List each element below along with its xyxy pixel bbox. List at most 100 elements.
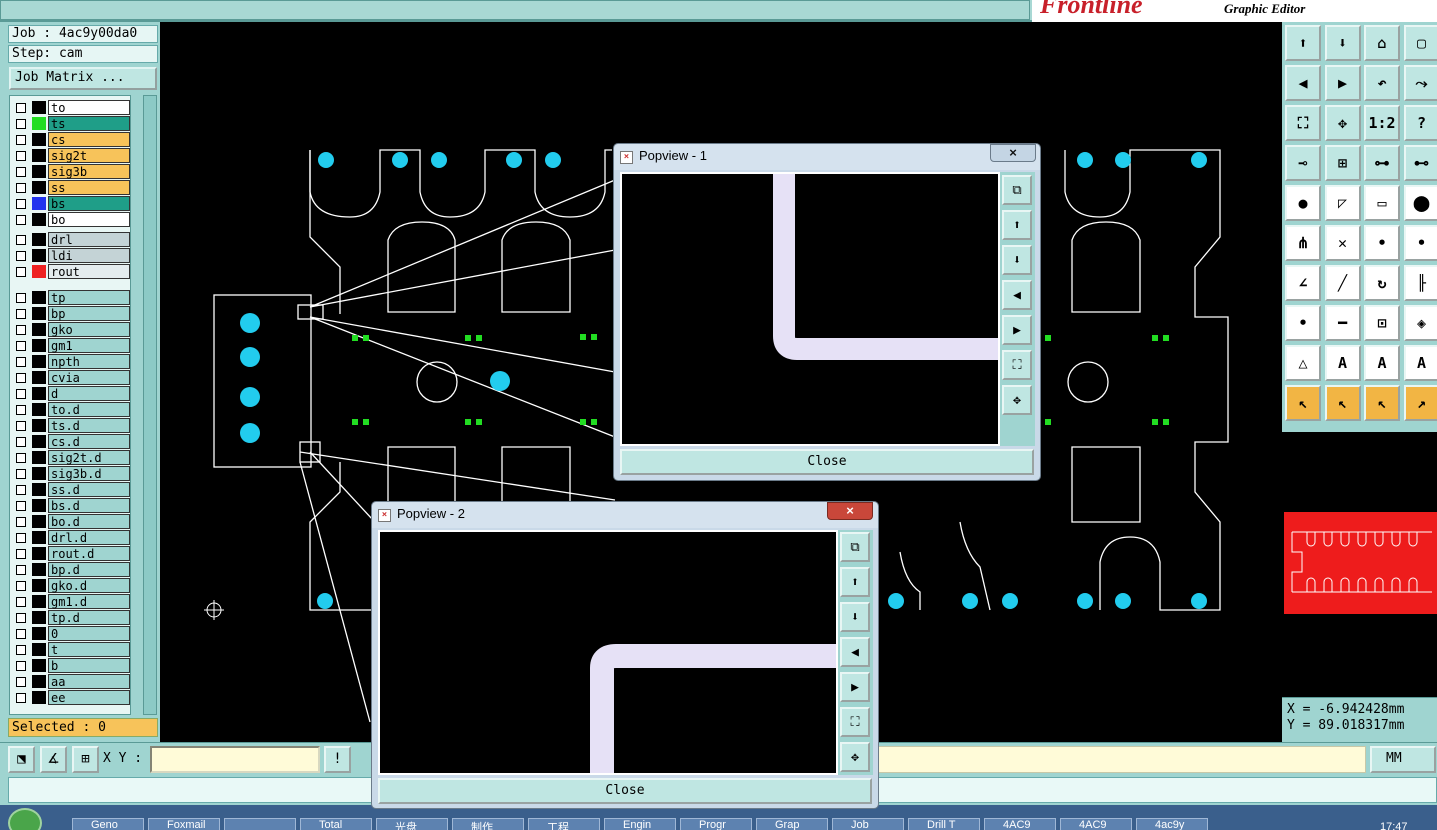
layer-color-swatch[interactable] (32, 133, 46, 146)
taskbar-item[interactable]: Foxmail (148, 818, 220, 830)
taskbar-item[interactable]: Geno (72, 818, 144, 830)
layer-row[interactable]: drl (12, 232, 130, 247)
layer-row[interactable]: bp.d (12, 562, 130, 577)
layer-row[interactable]: bp (12, 306, 130, 321)
layer-name[interactable]: aa (48, 674, 130, 689)
layer-checkbox[interactable] (16, 693, 26, 703)
pointer4-icon[interactable]: ↗ (1403, 385, 1437, 421)
taskbar-item[interactable]: 制作 (452, 818, 524, 830)
popview-1-close-button[interactable]: Close (620, 449, 1034, 475)
layer-color-swatch[interactable] (32, 101, 46, 114)
layer-color-swatch[interactable] (32, 675, 46, 688)
layer-name[interactable]: cvia (48, 370, 130, 385)
layer-row[interactable]: gm1 (12, 338, 130, 353)
edit-line-icon[interactable]: ◸ (1324, 185, 1361, 221)
layer-color-swatch[interactable] (32, 403, 46, 416)
layer-checkbox[interactable] (16, 235, 26, 245)
layer-name[interactable]: bs (48, 196, 130, 211)
layer-color-swatch[interactable] (32, 355, 46, 368)
layer-color-swatch[interactable] (32, 197, 46, 210)
layer-row[interactable]: t (12, 642, 130, 657)
layer-name[interactable]: ts.d (48, 418, 130, 433)
popview-2-viewport[interactable] (378, 530, 838, 775)
layer-name[interactable]: bo (48, 212, 130, 227)
layer-checkbox[interactable] (16, 267, 26, 277)
layer-checkbox[interactable] (16, 501, 26, 511)
layer-name[interactable]: ts (48, 116, 130, 131)
layer-color-swatch[interactable] (32, 117, 46, 130)
layer-color-swatch[interactable] (32, 563, 46, 576)
layer-checkbox[interactable] (16, 357, 26, 367)
taskbar-item[interactable]: Engin (604, 818, 676, 830)
layer-name[interactable]: sig2t (48, 148, 130, 163)
layer-color-swatch[interactable] (32, 547, 46, 560)
popview-2-close-button[interactable]: Close (378, 778, 872, 804)
layer-row[interactable]: tp.d (12, 610, 130, 625)
layer-name[interactable]: bo.d (48, 514, 130, 529)
pan-left-icon[interactable]: ◀ (1285, 65, 1321, 101)
layer-color-swatch[interactable] (32, 213, 46, 226)
message-field[interactable] (878, 746, 1366, 773)
layer-color-swatch[interactable] (32, 165, 46, 178)
home-icon[interactable]: ⌂ (1364, 25, 1400, 61)
taskbar-item[interactable]: 4AC9 (984, 818, 1056, 830)
layer-checkbox[interactable] (16, 677, 26, 687)
layer-name[interactable]: sig3b.d (48, 466, 130, 481)
grid-toggle-icon[interactable]: ⊞ (72, 746, 99, 773)
layer-color-swatch[interactable] (32, 451, 46, 464)
minus-icon[interactable]: ━ (1324, 305, 1361, 341)
layer-color-swatch[interactable] (32, 435, 46, 448)
layer-name[interactable]: npth (48, 354, 130, 369)
measure-icon[interactable]: ⊸ (1285, 145, 1321, 181)
taskbar-item[interactable] (224, 818, 296, 830)
layer-row[interactable]: npth (12, 354, 130, 369)
taskbar-item[interactable]: Job (832, 818, 904, 830)
layer-row[interactable]: ts.d (12, 418, 130, 433)
layer-row[interactable]: gko.d (12, 578, 130, 593)
layer-checkbox[interactable] (16, 151, 26, 161)
step-icon[interactable]: ⤳ (1403, 65, 1437, 101)
zoom-out-icon[interactable]: ⛶ (840, 707, 870, 737)
layer-row[interactable]: aa (12, 674, 130, 689)
pad-icon[interactable]: ● (1285, 185, 1321, 221)
layer-name[interactable]: gm1.d (48, 594, 130, 609)
layer-checkbox[interactable] (16, 661, 26, 671)
layer-row[interactable]: ss (12, 180, 130, 195)
layer-checkbox[interactable] (16, 453, 26, 463)
layer-row[interactable]: sig3b.d (12, 466, 130, 481)
layer-checkbox[interactable] (16, 421, 26, 431)
layer-color-swatch[interactable] (32, 181, 46, 194)
layer-up-icon[interactable]: ⬆ (1002, 210, 1032, 240)
taskbar-item[interactable]: 4ac9y (1136, 818, 1208, 830)
layer-down-icon[interactable]: ⬇ (1002, 245, 1032, 275)
layer-checkbox[interactable] (16, 533, 26, 543)
layer-row[interactable]: sig2t (12, 148, 130, 163)
a2-icon[interactable]: A (1364, 345, 1400, 381)
layer-checkbox[interactable] (16, 135, 26, 145)
point2-icon[interactable]: • (1403, 225, 1437, 261)
taskbar-item[interactable]: Total (300, 818, 372, 830)
layer-name[interactable]: to (48, 100, 130, 115)
layer-color-swatch[interactable] (32, 265, 46, 278)
layer-name[interactable]: b (48, 658, 130, 673)
layer-row[interactable]: ee (12, 690, 130, 705)
layer-checkbox[interactable] (16, 517, 26, 527)
pointer2-icon[interactable]: ↖ (1324, 385, 1361, 421)
layer-checkbox[interactable] (16, 565, 26, 575)
layer-name[interactable]: tp (48, 290, 130, 305)
layer-checkbox[interactable] (16, 325, 26, 335)
layer-row[interactable]: bs (12, 196, 130, 211)
pan-left-icon[interactable]: ◀ (1002, 280, 1032, 310)
node-icon[interactable]: • (1285, 305, 1321, 341)
line-icon[interactable]: ╱ (1324, 265, 1361, 301)
layer-color-swatch[interactable] (32, 579, 46, 592)
layer-name[interactable]: to.d (48, 402, 130, 417)
layer-name[interactable]: gko (48, 322, 130, 337)
zoom-window-icon[interactable]: ▢ (1403, 25, 1437, 61)
arc-icon[interactable]: ↻ (1364, 265, 1400, 301)
popview-1-viewport[interactable] (620, 172, 1000, 446)
shapes-icon[interactable]: ◈ (1403, 305, 1437, 341)
layer-color-swatch[interactable] (32, 249, 46, 262)
menu-strip[interactable] (0, 0, 1030, 20)
a3-icon[interactable]: A (1403, 345, 1437, 381)
